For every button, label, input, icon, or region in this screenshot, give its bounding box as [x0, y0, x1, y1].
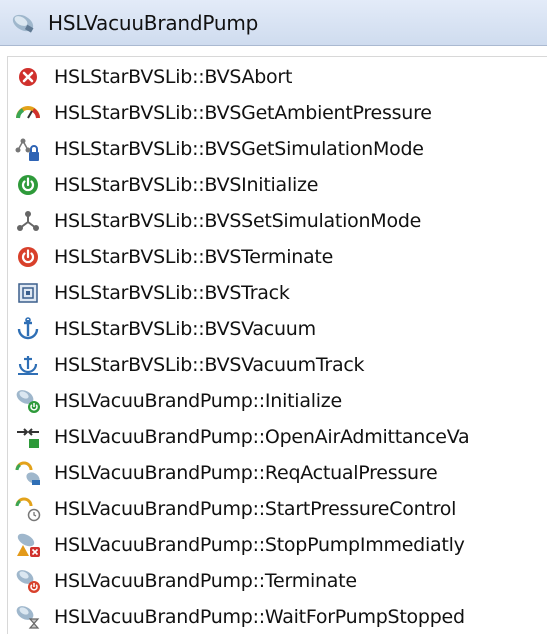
- item-label: HSLVacuuBrandPump::StopPumpImmediatly: [54, 534, 465, 556]
- list-item[interactable]: HSLVacuuBrandPump::Terminate: [8, 563, 547, 599]
- item-label: HSLStarBVSLib::BVSTerminate: [54, 246, 334, 268]
- simulation-lock-icon: [14, 135, 42, 163]
- list-item[interactable]: HSLStarBVSLib::BVSVacuum: [8, 311, 547, 347]
- library-header[interactable]: HSLVacuuBrandPump: [0, 0, 547, 46]
- list-item[interactable]: HSLVacuuBrandPump::Initialize: [8, 383, 547, 419]
- item-label: HSLStarBVSLib::BVSInitialize: [54, 174, 319, 196]
- list-item[interactable]: HSLStarBVSLib::BVSTrack: [8, 275, 547, 311]
- pump-initialize-icon: [14, 387, 42, 415]
- item-label: HSLStarBVSLib::BVSTrack: [54, 282, 290, 304]
- list-item[interactable]: HSLStarBVSLib::BVSGetSimulationMode: [8, 131, 547, 167]
- pump-stop-icon: [14, 531, 42, 559]
- list-item[interactable]: HSLVacuuBrandPump::StopPumpImmediatly: [8, 527, 547, 563]
- item-label: HSLVacuuBrandPump::Terminate: [54, 570, 357, 592]
- item-label: HSLStarBVSLib::BVSVacuumTrack: [54, 354, 365, 376]
- vacuum-icon: [14, 315, 42, 343]
- list-item[interactable]: HSLStarBVSLib::BVSAbort: [8, 59, 547, 95]
- item-label: HSLStarBVSLib::BVSGetSimulationMode: [54, 138, 424, 160]
- pump-start-control-icon: [14, 495, 42, 523]
- abort-icon: [14, 63, 42, 91]
- pump-icon: [10, 11, 36, 35]
- simulation-icon: [14, 207, 42, 235]
- air-admittance-icon: [14, 423, 42, 451]
- item-label: HSLStarBVSLib::BVSSetSimulationMode: [54, 210, 422, 232]
- list-item[interactable]: HSLVacuuBrandPump::ReqActualPressure: [8, 455, 547, 491]
- library-panel: HSLVacuuBrandPump HSLStarBVSLib::BVSAbor…: [0, 0, 547, 634]
- item-label: HSLVacuuBrandPump::ReqActualPressure: [54, 462, 438, 484]
- list-item[interactable]: HSLStarBVSLib::BVSSetSimulationMode: [8, 203, 547, 239]
- library-title: HSLVacuuBrandPump: [48, 10, 259, 35]
- pressure-gauge-icon: [14, 99, 42, 127]
- track-icon: [14, 279, 42, 307]
- list-item[interactable]: HSLStarBVSLib::BVSTerminate: [8, 239, 547, 275]
- item-label: HSLVacuuBrandPump::WaitForPumpStopped: [54, 606, 465, 628]
- pump-terminate-icon: [14, 567, 42, 595]
- list-item[interactable]: HSLStarBVSLib::BVSGetAmbientPressure: [8, 95, 547, 131]
- power-red-icon: [14, 243, 42, 271]
- item-label: HSLVacuuBrandPump::Initialize: [54, 390, 342, 412]
- pump-pressure-icon: [14, 459, 42, 487]
- item-label: HSLVacuuBrandPump::OpenAirAdmittanceVa: [54, 426, 470, 448]
- list-item[interactable]: HSLVacuuBrandPump::WaitForPumpStopped: [8, 599, 547, 635]
- list-item[interactable]: HSLVacuuBrandPump::StartPressureControl: [8, 491, 547, 527]
- item-label: HSLStarBVSLib::BVSGetAmbientPressure: [54, 102, 432, 124]
- list-item[interactable]: HSLVacuuBrandPump::OpenAirAdmittanceVa: [8, 419, 547, 455]
- item-label: HSLVacuuBrandPump::StartPressureControl: [54, 498, 457, 520]
- list-item[interactable]: HSLStarBVSLib::BVSInitialize: [8, 167, 547, 203]
- pump-wait-icon: [14, 603, 42, 631]
- vacuum-track-icon: [14, 351, 42, 379]
- item-label: HSLStarBVSLib::BVSAbort: [54, 66, 293, 88]
- list-item[interactable]: HSLStarBVSLib::BVSVacuumTrack: [8, 347, 547, 383]
- item-label: HSLStarBVSLib::BVSVacuum: [54, 318, 316, 340]
- function-list: HSLStarBVSLib::BVSAbort HSLStarBVSLib::B…: [7, 56, 547, 634]
- power-green-icon: [14, 171, 42, 199]
